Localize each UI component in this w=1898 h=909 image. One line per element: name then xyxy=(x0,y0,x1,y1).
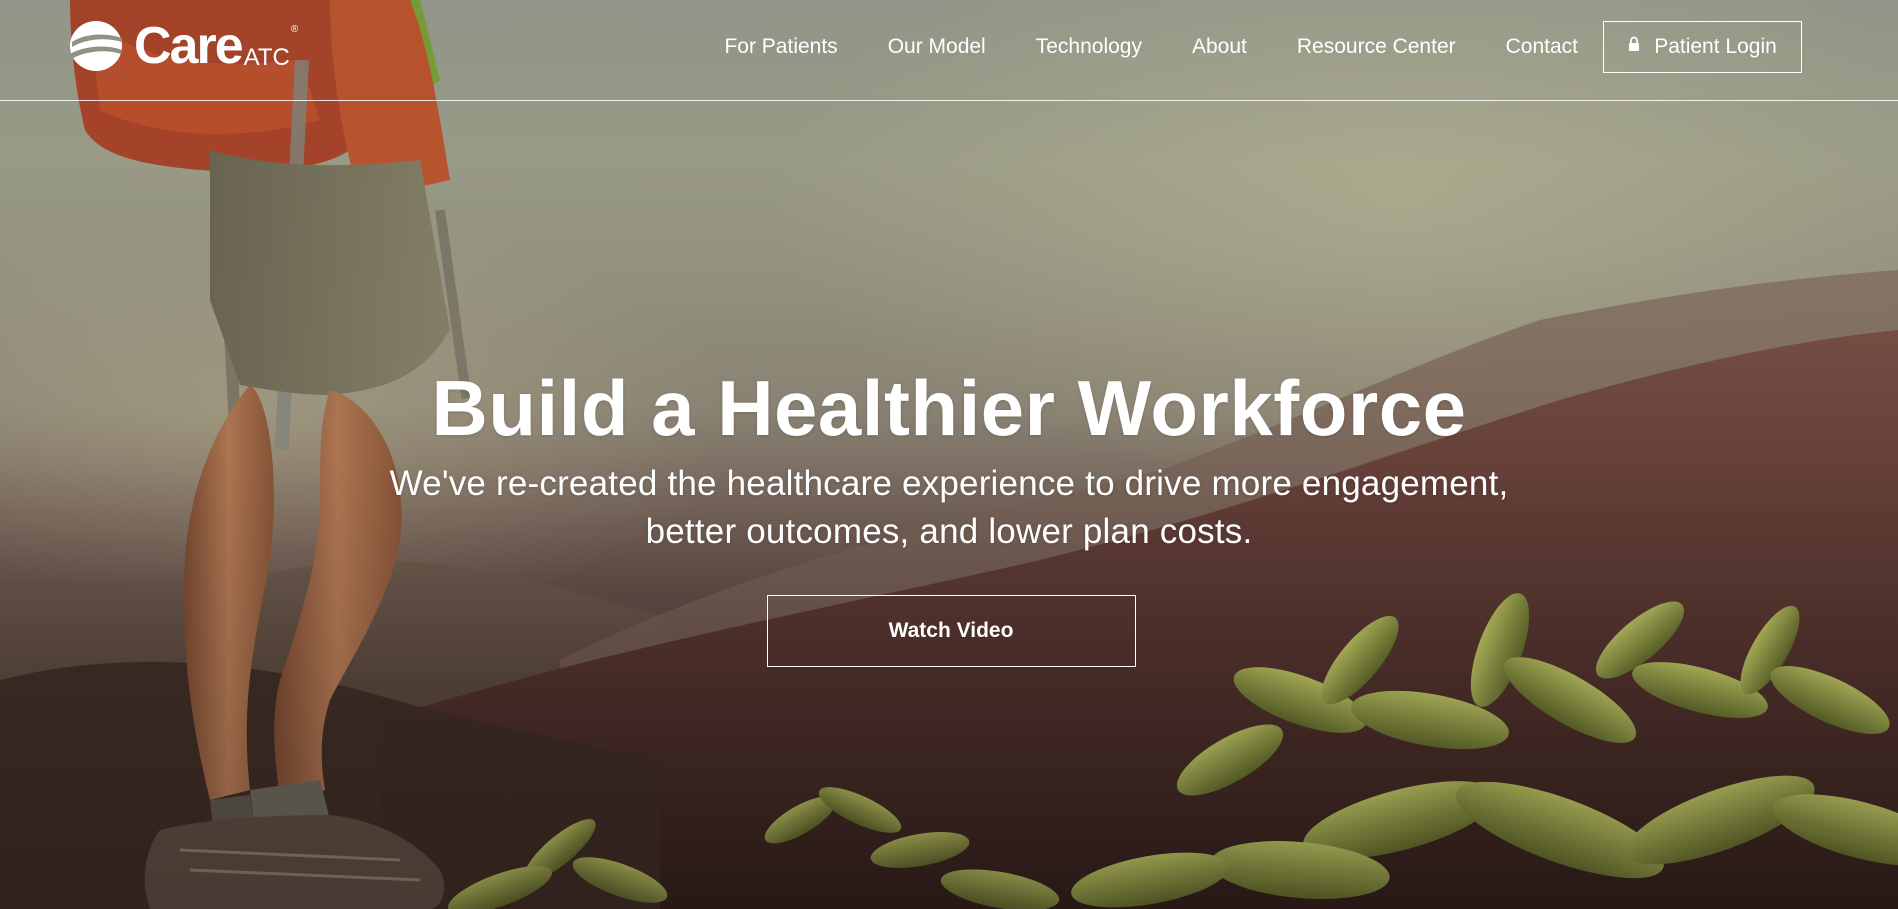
patient-login-label: Patient Login xyxy=(1654,35,1777,58)
hero-section: Care ATC ® For Patients Our Model Techno… xyxy=(0,0,1898,909)
hero-content: Build a Healthier Workforce We've re-cre… xyxy=(0,362,1898,667)
logo-subscript: ATC xyxy=(243,44,290,71)
hero-title: Build a Healthier Workforce xyxy=(431,364,1467,452)
lock-icon xyxy=(1629,36,1640,51)
watch-video-button[interactable]: Watch Video xyxy=(766,595,1136,667)
site-header: Care ATC ® For Patients Our Model Techno… xyxy=(0,0,1898,101)
nav-item-technology[interactable]: Technology xyxy=(1036,35,1142,59)
nav-item-resource-center[interactable]: Resource Center xyxy=(1297,35,1456,59)
hero-subtitle-line1: We've re-created the healthcare experien… xyxy=(389,464,1509,503)
logo-wordmark: Care xyxy=(134,17,244,75)
nav-item-contact[interactable]: Contact xyxy=(1506,35,1578,59)
patient-login-button[interactable]: Patient Login xyxy=(1603,21,1802,73)
main-nav: For Patients Our Model Technology About … xyxy=(674,0,1898,94)
nav-item-our-model[interactable]: Our Model xyxy=(888,35,986,59)
nav-item-about[interactable]: About xyxy=(1192,35,1247,59)
logo-registered-mark: ® xyxy=(290,24,299,35)
nav-item-for-patients[interactable]: For Patients xyxy=(724,35,837,59)
hero-subtitle-line2: better outcomes, and lower plan costs. xyxy=(645,512,1253,551)
hero-subtitle: We've re-created the healthcare experien… xyxy=(349,460,1549,556)
logo-mark-icon xyxy=(70,21,122,71)
careatc-logo[interactable]: Care ATC ® xyxy=(68,20,298,72)
